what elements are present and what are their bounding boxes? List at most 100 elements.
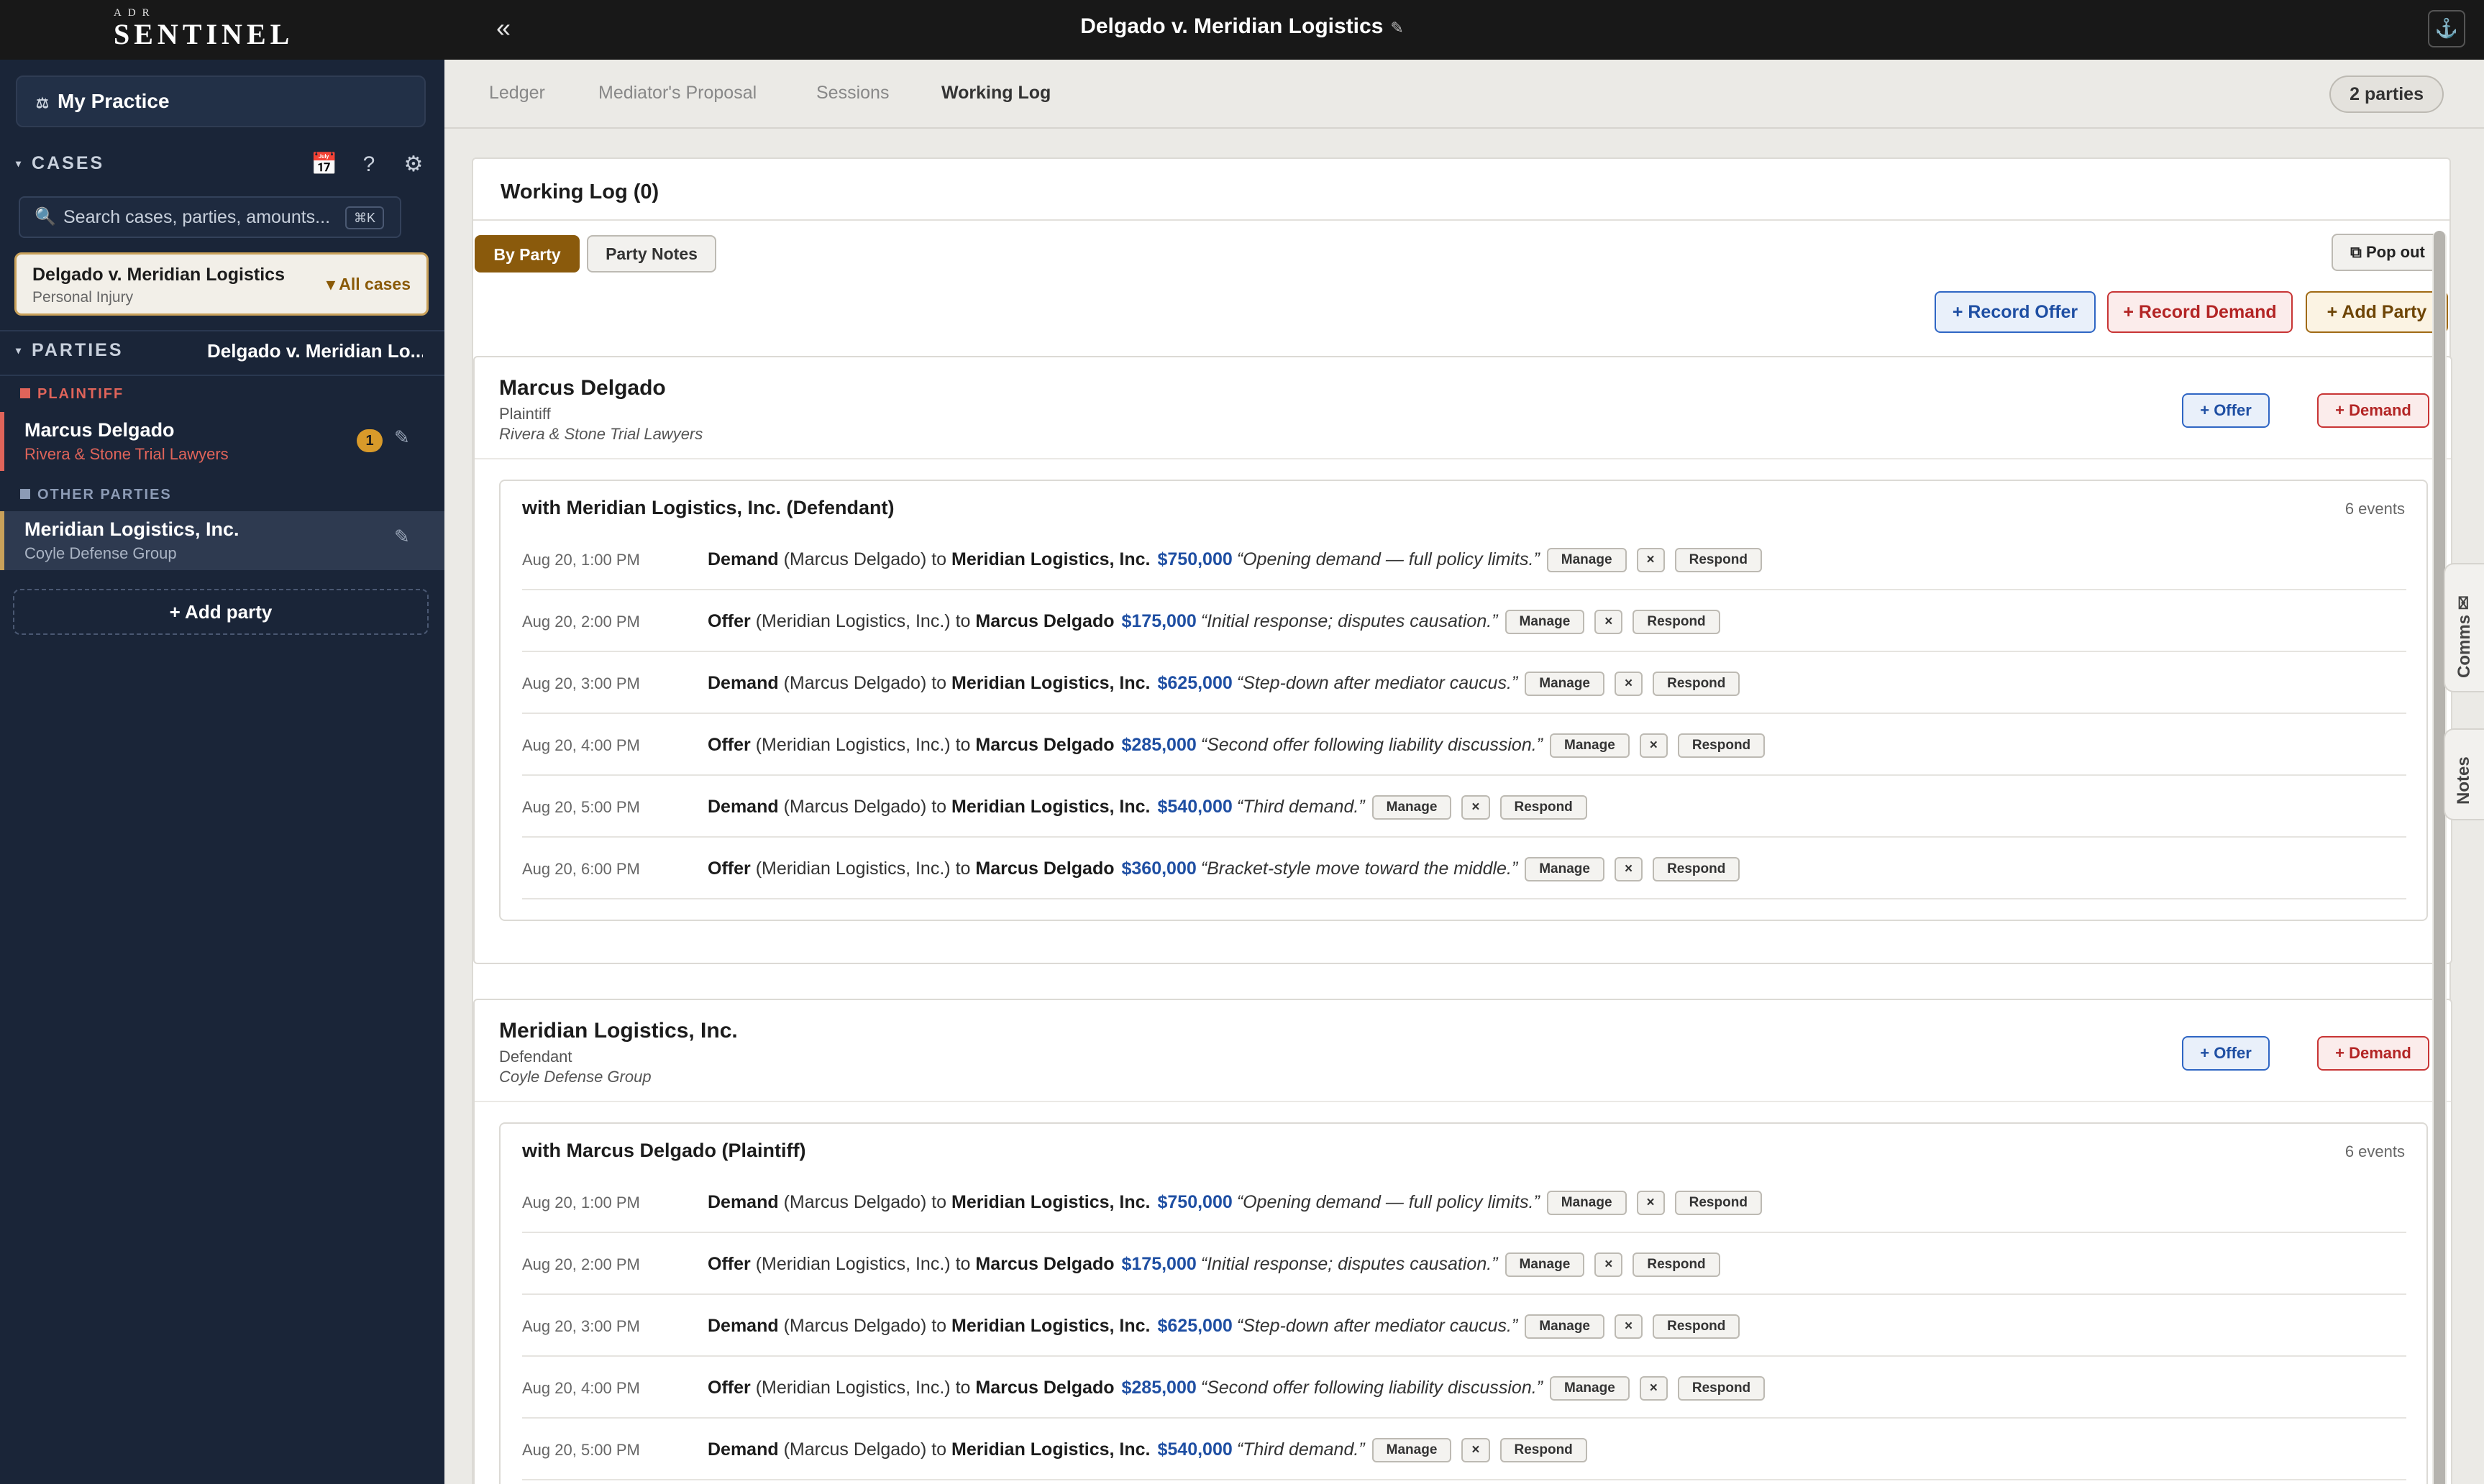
record-demand-button[interactable]: + Record Demand <box>2107 291 2293 333</box>
all-cases-dropdown[interactable]: ▾ All cases <box>327 275 411 294</box>
party-card: Meridian Logistics, Inc. Defendant Coyle… <box>473 999 2452 1484</box>
manage-button[interactable]: Manage <box>1546 548 1627 572</box>
respond-button[interactable]: Respond <box>1653 857 1740 881</box>
remove-event-button[interactable]: × <box>1636 548 1665 572</box>
calendar-icon[interactable]: 📅 <box>302 152 347 177</box>
manage-button[interactable]: Manage <box>1371 1438 1452 1462</box>
event-amount: $285,000 <box>1121 1378 1197 1398</box>
divider <box>0 375 444 376</box>
party-demand-button[interactable]: + Demand <box>2317 393 2429 428</box>
remove-event-button[interactable]: × <box>1594 1252 1623 1277</box>
case-search-input[interactable]: 🔍 Search cases, parties, amounts... ⌘K <box>19 196 401 238</box>
anchor-icon[interactable]: ⚓ <box>2428 10 2465 47</box>
respond-button[interactable]: Respond <box>1633 610 1720 634</box>
event-time: Aug 20, 5:00 PM <box>522 798 640 816</box>
remove-event-button[interactable]: × <box>1615 1314 1643 1339</box>
help-icon[interactable]: ? <box>347 152 391 177</box>
comms-label: Comms ✉ <box>2455 595 2474 678</box>
event-amount: $175,000 <box>1121 1254 1197 1274</box>
remove-event-button[interactable]: × <box>1461 795 1490 820</box>
search-placeholder: Search cases, parties, amounts... <box>63 207 331 227</box>
pop-out-button[interactable]: ⧉ Pop out <box>2332 234 2444 271</box>
tab-mediators-proposal[interactable]: Mediator's Proposal <box>598 83 757 104</box>
remove-event-button[interactable]: × <box>1639 733 1668 758</box>
sidebar-party-other[interactable]: Meridian Logistics, Inc. Coyle Defense G… <box>0 511 444 570</box>
event-row: Aug 20, 4:00 PM Offer (Meridian Logistics… <box>522 1357 2406 1419</box>
event-row: Aug 20, 5:00 PM Demand (Marcus Delgado) t… <box>522 1419 2406 1480</box>
remove-event-button[interactable]: × <box>1615 672 1643 696</box>
edit-party-icon[interactable]: ✎ <box>394 526 410 548</box>
respond-button[interactable]: Respond <box>1674 548 1762 572</box>
event-amount: $285,000 <box>1121 735 1197 755</box>
event-amount: $625,000 <box>1157 1316 1233 1336</box>
add-party-button[interactable]: + Add Party <box>2306 291 2448 333</box>
event-note: “Bracket-style move toward the middle.” <box>1200 858 1518 879</box>
tab-ledger[interactable]: Ledger <box>489 83 545 104</box>
manage-button[interactable]: Manage <box>1546 1191 1627 1215</box>
parties-count-pill[interactable]: 2 parties <box>2329 75 2444 113</box>
party-card-firm: Coyle Defense Group <box>499 1068 652 1086</box>
respond-button[interactable]: Respond <box>1653 1314 1740 1339</box>
add-party-button[interactable]: + Add party <box>13 589 429 635</box>
manage-button[interactable]: Manage <box>1550 733 1630 758</box>
party-notes-toggle[interactable]: Party Notes <box>587 235 716 272</box>
party-offer-button[interactable]: + Offer <box>2182 1036 2270 1071</box>
respond-button[interactable]: Respond <box>1499 1438 1587 1462</box>
scrollbar[interactable] <box>2432 231 2447 1484</box>
remove-event-button[interactable]: × <box>1614 857 1643 881</box>
remove-event-button[interactable]: × <box>1636 1191 1665 1215</box>
case-title: Delgado v. Meridian Logistics ✎ <box>0 14 2484 39</box>
tab-working-log[interactable]: Working Log <box>941 83 1051 104</box>
my-practice-button[interactable]: ⚖ My Practice <box>16 75 426 127</box>
respond-button[interactable]: Respond <box>1633 1252 1720 1277</box>
manage-button[interactable]: Manage <box>1525 1314 1604 1339</box>
divider <box>475 1101 2451 1102</box>
respond-button[interactable]: Respond <box>1499 795 1587 820</box>
parties-section-toggle[interactable]: ▾ PARTIES <box>16 340 124 361</box>
manage-button[interactable]: Manage <box>1525 857 1604 881</box>
plaintiff-group-label: PLAINTIFF <box>20 386 124 403</box>
negotiation-thread: with Meridian Logistics, Inc. (Defendant… <box>499 480 2428 921</box>
sidebar-party-plaintiff[interactable]: Marcus Delgado Rivera & Stone Trial Lawy… <box>0 412 444 471</box>
event-from: (Meridian Logistics, Inc.) <box>755 858 951 879</box>
event-to-label: to <box>931 549 947 569</box>
comms-side-tab[interactable]: Comms ✉ <box>2444 563 2484 692</box>
event-to-label: to <box>955 735 971 755</box>
cases-section-toggle[interactable]: ▾ CASES <box>16 153 104 174</box>
other-color-swatch <box>20 489 30 499</box>
notification-badge: 1 <box>357 429 383 452</box>
respond-button[interactable]: Respond <box>1653 672 1740 696</box>
edit-party-icon[interactable]: ✎ <box>394 426 410 449</box>
remove-event-button[interactable]: × <box>1594 610 1623 634</box>
selected-case-card[interactable]: Delgado v. Meridian Logistics Personal I… <box>14 252 429 316</box>
manage-button[interactable]: Manage <box>1550 1376 1630 1401</box>
by-party-toggle[interactable]: By Party <box>475 235 580 272</box>
event-amount: $540,000 <box>1157 797 1233 817</box>
event-time: Aug 20, 1:00 PM <box>522 1194 640 1212</box>
event-from: (Marcus Delgado) <box>783 673 927 693</box>
manage-button[interactable]: Manage <box>1371 795 1452 820</box>
notes-label: Notes <box>2454 756 2473 805</box>
notes-side-tab[interactable]: Notes <box>2444 728 2484 820</box>
event-row: Aug 20, 2:00 PM Offer (Meridian Logistics… <box>522 590 2406 652</box>
gear-icon[interactable]: ⚙ <box>391 152 436 177</box>
edit-title-icon[interactable]: ✎ <box>1390 19 1403 37</box>
manage-button[interactable]: Manage <box>1525 672 1604 696</box>
respond-button[interactable]: Respond <box>1677 733 1766 758</box>
party-offer-button[interactable]: + Offer <box>2182 393 2270 428</box>
manage-button[interactable]: Manage <box>1504 1252 1585 1277</box>
working-log-panel: Working Log (0) By Party Party Notes ⧉ P… <box>472 157 2452 1484</box>
manage-button[interactable]: Manage <box>1504 610 1585 634</box>
party-demand-button[interactable]: + Demand <box>2317 1036 2429 1071</box>
remove-event-button[interactable]: × <box>1639 1376 1668 1401</box>
event-note: “Initial response; disputes causation.” <box>1200 1254 1498 1274</box>
scrollbar-thumb[interactable] <box>2434 231 2445 1484</box>
event-row: Aug 20, 2:00 PM Offer (Meridian Logistics… <box>522 1233 2406 1295</box>
respond-button[interactable]: Respond <box>1674 1191 1762 1215</box>
event-kind: Demand <box>708 797 779 817</box>
remove-event-button[interactable]: × <box>1461 1438 1490 1462</box>
respond-button[interactable]: Respond <box>1677 1376 1766 1401</box>
event-to-label: to <box>955 1254 971 1274</box>
record-offer-button[interactable]: + Record Offer <box>1935 291 2096 333</box>
tab-sessions[interactable]: Sessions <box>816 83 889 104</box>
